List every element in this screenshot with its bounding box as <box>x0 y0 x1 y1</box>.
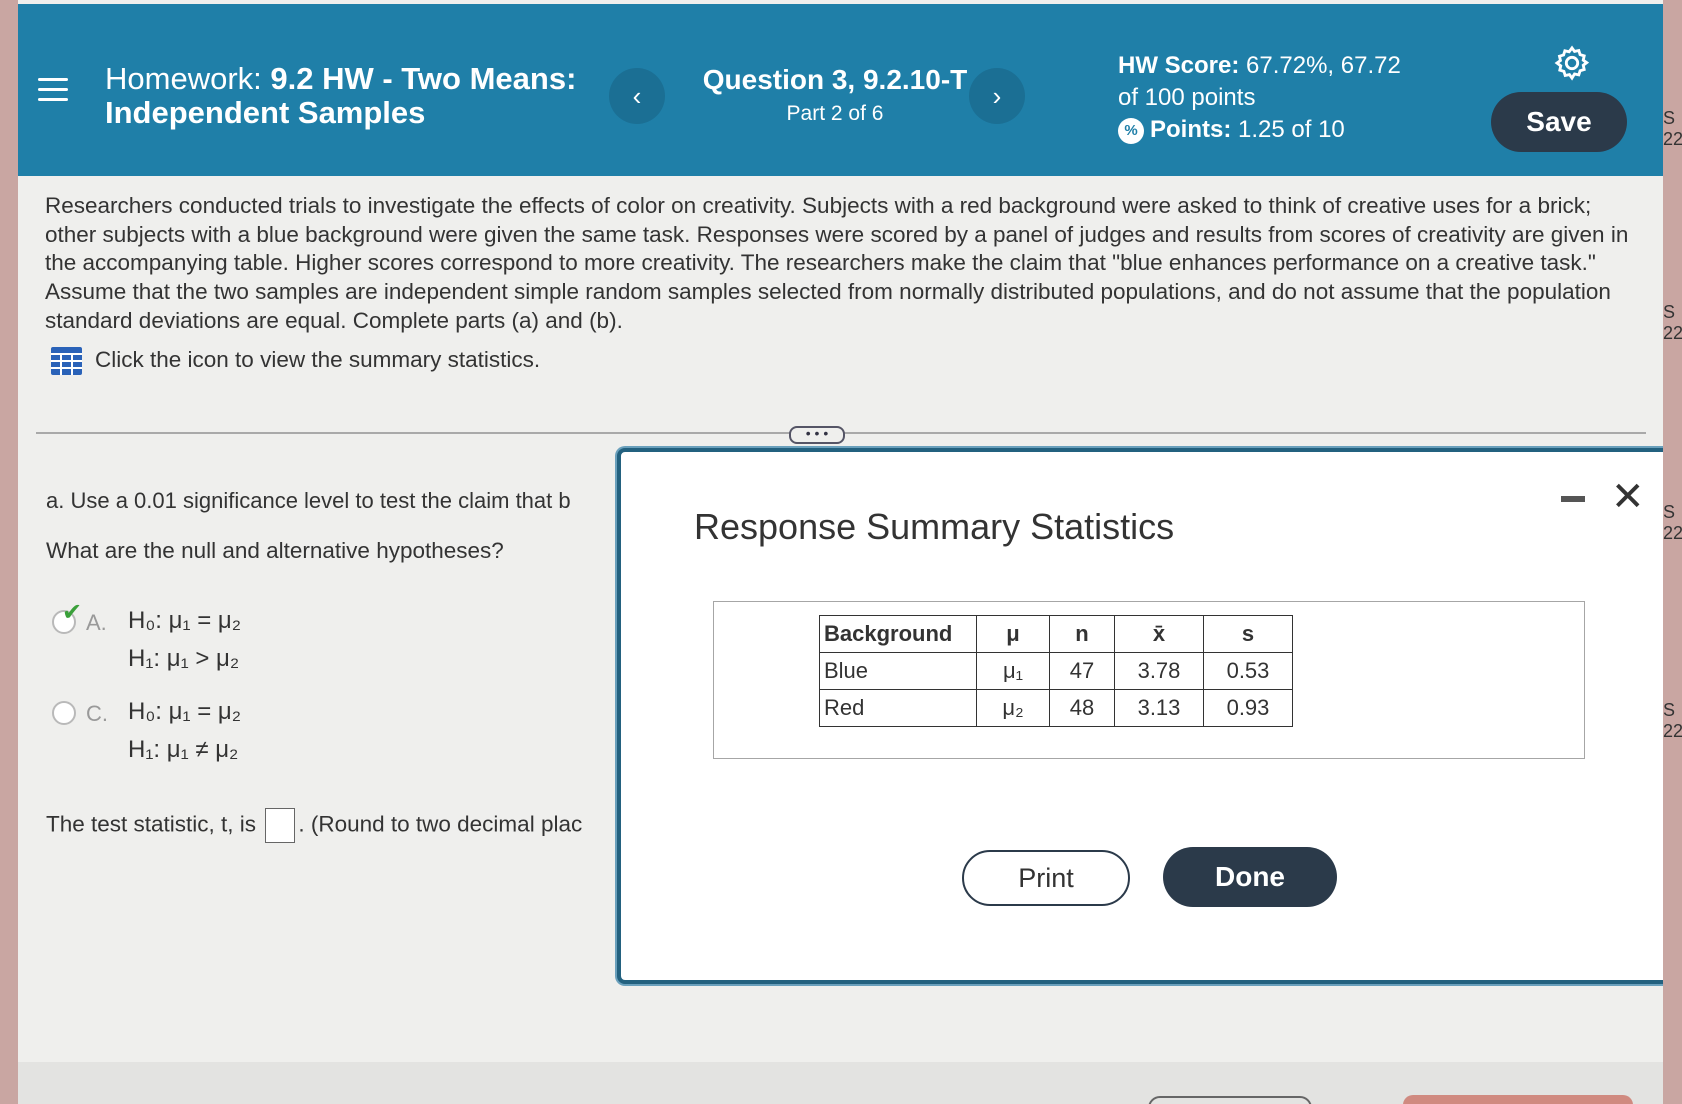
edge-value: 22 <box>1663 129 1682 149</box>
bottom-button-right[interactable] <box>1403 1095 1633 1104</box>
question-part: Part 2 of 6 <box>786 102 884 125</box>
minimize-icon[interactable] <box>1561 496 1585 502</box>
cell-mu: μ₁ <box>976 652 1050 690</box>
summary-stats-dialog: Response Summary Statistics ✕ Background… <box>617 448 1663 984</box>
done-button[interactable]: Done <box>1163 847 1337 907</box>
hypotheses-question: What are the null and alternative hypoth… <box>46 538 504 563</box>
option-c-letter: C. <box>86 701 108 726</box>
homework-label: Homework: <box>105 61 262 96</box>
part-a-prompt: a. Use a 0.01 significance level to test… <box>46 488 571 513</box>
test-stat-prefix: The test statistic, t, is <box>46 811 257 837</box>
table-header-row: Background μ n x̄ s <box>819 615 1293 653</box>
test-statistic-input[interactable] <box>265 808 296 843</box>
cell-background: Red <box>819 689 977 727</box>
save-button[interactable]: Save <box>1491 92 1627 152</box>
edge-item[interactable]: S 22 <box>1663 108 1682 150</box>
edge-value: 22 <box>1663 523 1682 543</box>
bottom-button-left[interactable] <box>1148 1096 1312 1104</box>
print-button[interactable]: Print <box>962 850 1130 906</box>
score-panel: HW Score: 67.72%, 67.72 of 100 points % P… <box>1118 50 1401 146</box>
homework-title: Homework: 9.2 HW - Two Means: Independen… <box>105 62 585 130</box>
cell-n: 48 <box>1049 689 1115 727</box>
points-label: Points: <box>1150 116 1232 143</box>
hw-score-total: of 100 points <box>1118 84 1256 111</box>
option-c-radio[interactable] <box>52 701 76 725</box>
header-bar: Homework: 9.2 HW - Two Means: Independen… <box>18 4 1663 176</box>
edge-item[interactable]: S 22 <box>1663 700 1682 742</box>
close-icon[interactable]: ✕ <box>1611 474 1645 520</box>
test-stat-suffix: . (Round to two decimal plac <box>298 811 583 837</box>
cell-background: Blue <box>819 652 977 690</box>
edge-label: S <box>1663 700 1676 720</box>
settings-gear-icon[interactable] <box>1553 44 1591 82</box>
cell-xbar: 3.13 <box>1114 689 1204 727</box>
question-title: Question 3, 9.2.10-T <box>702 64 968 95</box>
summary-stats-link[interactable]: Click the icon to view the summary stati… <box>50 346 540 376</box>
header-background: Background <box>819 615 977 653</box>
edge-value: 22 <box>1663 721 1682 741</box>
next-question-button[interactable]: › <box>969 68 1025 124</box>
edge-item[interactable]: S 22 <box>1663 502 1682 544</box>
dialog-title: Response Summary Statistics <box>694 506 1175 547</box>
hw-score-label: HW Score: <box>1118 52 1240 79</box>
table-row: Blue μ₁ 47 3.78 0.53 <box>819 652 1293 690</box>
checkmark-icon: ✔ <box>62 599 83 626</box>
partial-credit-icon: % <box>1118 117 1144 144</box>
previous-question-button[interactable]: ‹ <box>609 68 665 124</box>
summary-stats-link-text[interactable]: Click the icon to view the summary stati… <box>95 347 540 372</box>
problem-text: Researchers conducted trials to investig… <box>45 193 1629 333</box>
option-a-h1[interactable]: H₁: μ₁ > μ₂ <box>128 645 239 673</box>
screen: Homework: 9.2 HW - Two Means: Independen… <box>18 0 1663 1104</box>
cell-s: 0.53 <box>1203 652 1293 690</box>
table-grid-icon[interactable] <box>50 346 83 376</box>
header-s: s <box>1203 615 1293 653</box>
cell-n: 47 <box>1049 652 1115 690</box>
cell-mu: μ₂ <box>976 689 1050 727</box>
edge-value: 22 <box>1663 323 1682 343</box>
header-mu: μ <box>976 615 1050 653</box>
option-a-h0[interactable]: H₀: μ₁ = μ₂ <box>128 607 241 635</box>
option-c-h1[interactable]: H₁: μ₁ ≠ μ₂ <box>128 736 238 764</box>
cell-s: 0.93 <box>1203 689 1293 727</box>
option-a-letter: A. <box>86 610 107 635</box>
edge-item[interactable]: S 22 <box>1663 302 1682 344</box>
table-row: Red μ₂ 48 3.13 0.93 <box>819 689 1293 727</box>
cell-xbar: 3.78 <box>1114 652 1204 690</box>
hw-score-value: 67.72%, 67.72 <box>1246 52 1401 79</box>
chevron-left-icon: ‹ <box>632 81 642 111</box>
test-statistic-line: The test statistic, t, is . (Round to tw… <box>46 808 582 843</box>
summary-table: Background μ n x̄ s Blue μ₁ 47 3.78 0.53… <box>819 615 1293 727</box>
edge-label: S <box>1663 302 1676 322</box>
menu-icon[interactable] <box>38 78 68 104</box>
edge-label: S <box>1663 108 1676 128</box>
chevron-right-icon: › <box>992 81 1002 111</box>
edge-label: S <box>1663 502 1676 522</box>
resize-handle[interactable]: • • • <box>789 426 845 444</box>
points-value: 1.25 of 10 <box>1238 116 1345 143</box>
option-c-h0[interactable]: H₀: μ₁ = μ₂ <box>128 698 241 726</box>
header-xbar: x̄ <box>1114 615 1204 653</box>
header-n: n <box>1049 615 1115 653</box>
